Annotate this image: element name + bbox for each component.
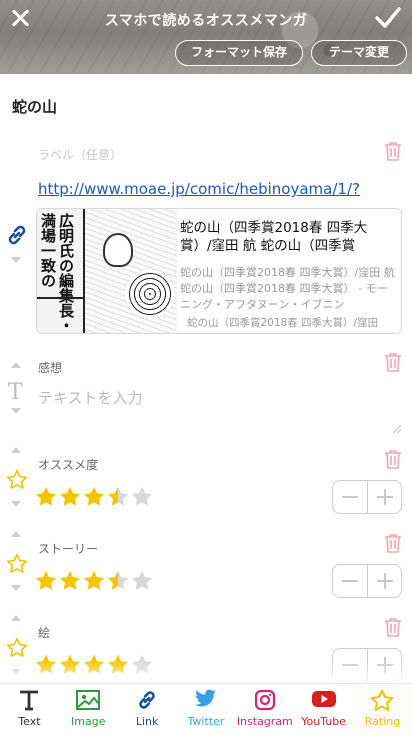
twitter-icon bbox=[194, 689, 216, 707]
rating-stars[interactable] bbox=[34, 569, 154, 593]
decrement-button[interactable] bbox=[333, 565, 367, 597]
tool-label: Instagram bbox=[236, 715, 293, 728]
app-header: スマホで読めるオススメマンガ フォーマット保存 テーマ変更 bbox=[0, 0, 412, 74]
rating-label[interactable]: ストーリー bbox=[38, 540, 98, 557]
page-title[interactable]: 蛇の山 bbox=[12, 96, 57, 117]
star-outline-icon bbox=[6, 637, 28, 657]
youtube-icon bbox=[311, 691, 336, 707]
tool-image[interactable]: Image bbox=[59, 684, 118, 735]
move-up-icon[interactable] bbox=[11, 615, 21, 621]
theme-change-button[interactable]: テーマ変更 bbox=[311, 40, 407, 66]
tool-label: Image bbox=[71, 715, 106, 728]
trash-icon[interactable] bbox=[384, 352, 402, 372]
star-filled-icon[interactable] bbox=[58, 485, 82, 509]
star-half-icon[interactable] bbox=[106, 485, 130, 509]
rating-label[interactable]: 絵 bbox=[38, 624, 50, 641]
increment-button[interactable] bbox=[366, 565, 401, 597]
tool-label: Rating bbox=[364, 715, 401, 728]
tool-rating[interactable]: Rating bbox=[353, 684, 412, 735]
text-input[interactable]: テキストを入力 bbox=[38, 387, 143, 408]
move-down-icon[interactable] bbox=[11, 257, 21, 263]
url-text[interactable]: http://www.moae.jp/comic/hebinoyama/1/? bbox=[38, 180, 394, 198]
move-up-icon[interactable] bbox=[11, 531, 21, 537]
tool-instagram[interactable]: Instagram bbox=[235, 684, 294, 735]
thumbnail-text: 広明氏の編集長・満場一致の bbox=[39, 213, 75, 333]
move-down-icon[interactable] bbox=[11, 585, 21, 591]
image-icon bbox=[76, 690, 101, 710]
tool-link[interactable]: Link bbox=[118, 684, 177, 735]
rating-label[interactable]: オススメ度 bbox=[38, 456, 98, 473]
star-filled-icon[interactable] bbox=[82, 485, 106, 509]
star-icon bbox=[371, 689, 394, 711]
star-filled-icon[interactable] bbox=[34, 485, 58, 509]
card-description: 蛇の山（四季賞2018春 四季大賞）/窪田 航 蛇の山（四季賞2018春 四季大… bbox=[180, 266, 395, 311]
tool-label: Twitter bbox=[187, 715, 225, 728]
move-down-icon[interactable] bbox=[11, 501, 21, 507]
move-down-icon[interactable] bbox=[11, 408, 21, 414]
star-filled-icon[interactable] bbox=[34, 569, 58, 593]
move-up-icon[interactable] bbox=[11, 447, 21, 453]
rating-stepper[interactable] bbox=[332, 564, 402, 598]
increment-button[interactable] bbox=[366, 481, 401, 513]
text-icon bbox=[20, 690, 39, 711]
bottom-toolbar: Text Image Link Twitter Instagram YouTub… bbox=[0, 683, 412, 735]
move-up-icon[interactable] bbox=[11, 362, 21, 368]
star-empty-icon[interactable] bbox=[130, 485, 154, 509]
trash-icon[interactable] bbox=[384, 449, 402, 469]
card-title: 蛇の山（四季賞2018春 四季大賞）/窪田 航 蛇の山（四季賞 bbox=[180, 220, 368, 254]
tool-text[interactable]: Text bbox=[0, 684, 59, 735]
decrement-button[interactable] bbox=[333, 481, 367, 513]
tool-label: Link bbox=[135, 715, 159, 728]
format-save-button[interactable]: フォーマット保存 bbox=[175, 40, 303, 66]
trash-icon[interactable] bbox=[384, 617, 402, 637]
label-input[interactable]: ラベル（任意） bbox=[38, 146, 122, 163]
header-title: スマホで読めるオススメマンガ bbox=[104, 13, 308, 29]
star-outline-icon bbox=[6, 469, 28, 489]
star-half-icon[interactable] bbox=[106, 569, 130, 593]
trash-icon[interactable] bbox=[384, 141, 402, 161]
text-block-label[interactable]: 感想 bbox=[38, 359, 62, 376]
star-empty-icon[interactable] bbox=[130, 569, 154, 593]
thumbnail-panel bbox=[83, 209, 177, 333]
rating-stars[interactable] bbox=[34, 485, 154, 509]
instagram-icon bbox=[254, 689, 275, 711]
tool-label: YouTube bbox=[301, 715, 346, 728]
star-outline-icon bbox=[6, 553, 28, 573]
text-block-icon: T bbox=[8, 380, 23, 405]
star-filled-icon[interactable] bbox=[58, 569, 82, 593]
rating-stepper[interactable] bbox=[332, 480, 402, 514]
check-icon[interactable] bbox=[374, 6, 402, 30]
tool-label: Text bbox=[18, 715, 41, 728]
link-icon bbox=[139, 691, 155, 709]
star-filled-icon[interactable] bbox=[82, 569, 106, 593]
link-icon[interactable] bbox=[4, 222, 30, 248]
card-site: 蛇の山（四季賞2018春 四季大賞）/窪田 bbox=[187, 317, 379, 329]
tool-twitter[interactable]: Twitter bbox=[177, 684, 236, 735]
tool-youtube[interactable]: YouTube bbox=[294, 684, 353, 735]
thumbnail-divider bbox=[37, 297, 85, 299]
resize-handle-icon[interactable] bbox=[393, 425, 401, 433]
link-preview-card[interactable]: 広明氏の編集長・満場一致の 蛇の山（四季賞2018春 四季大賞）/窪田 航 蛇の… bbox=[36, 208, 402, 334]
card-thumbnail: 広明氏の編集長・満場一致の bbox=[37, 209, 177, 333]
trash-icon[interactable] bbox=[384, 533, 402, 553]
